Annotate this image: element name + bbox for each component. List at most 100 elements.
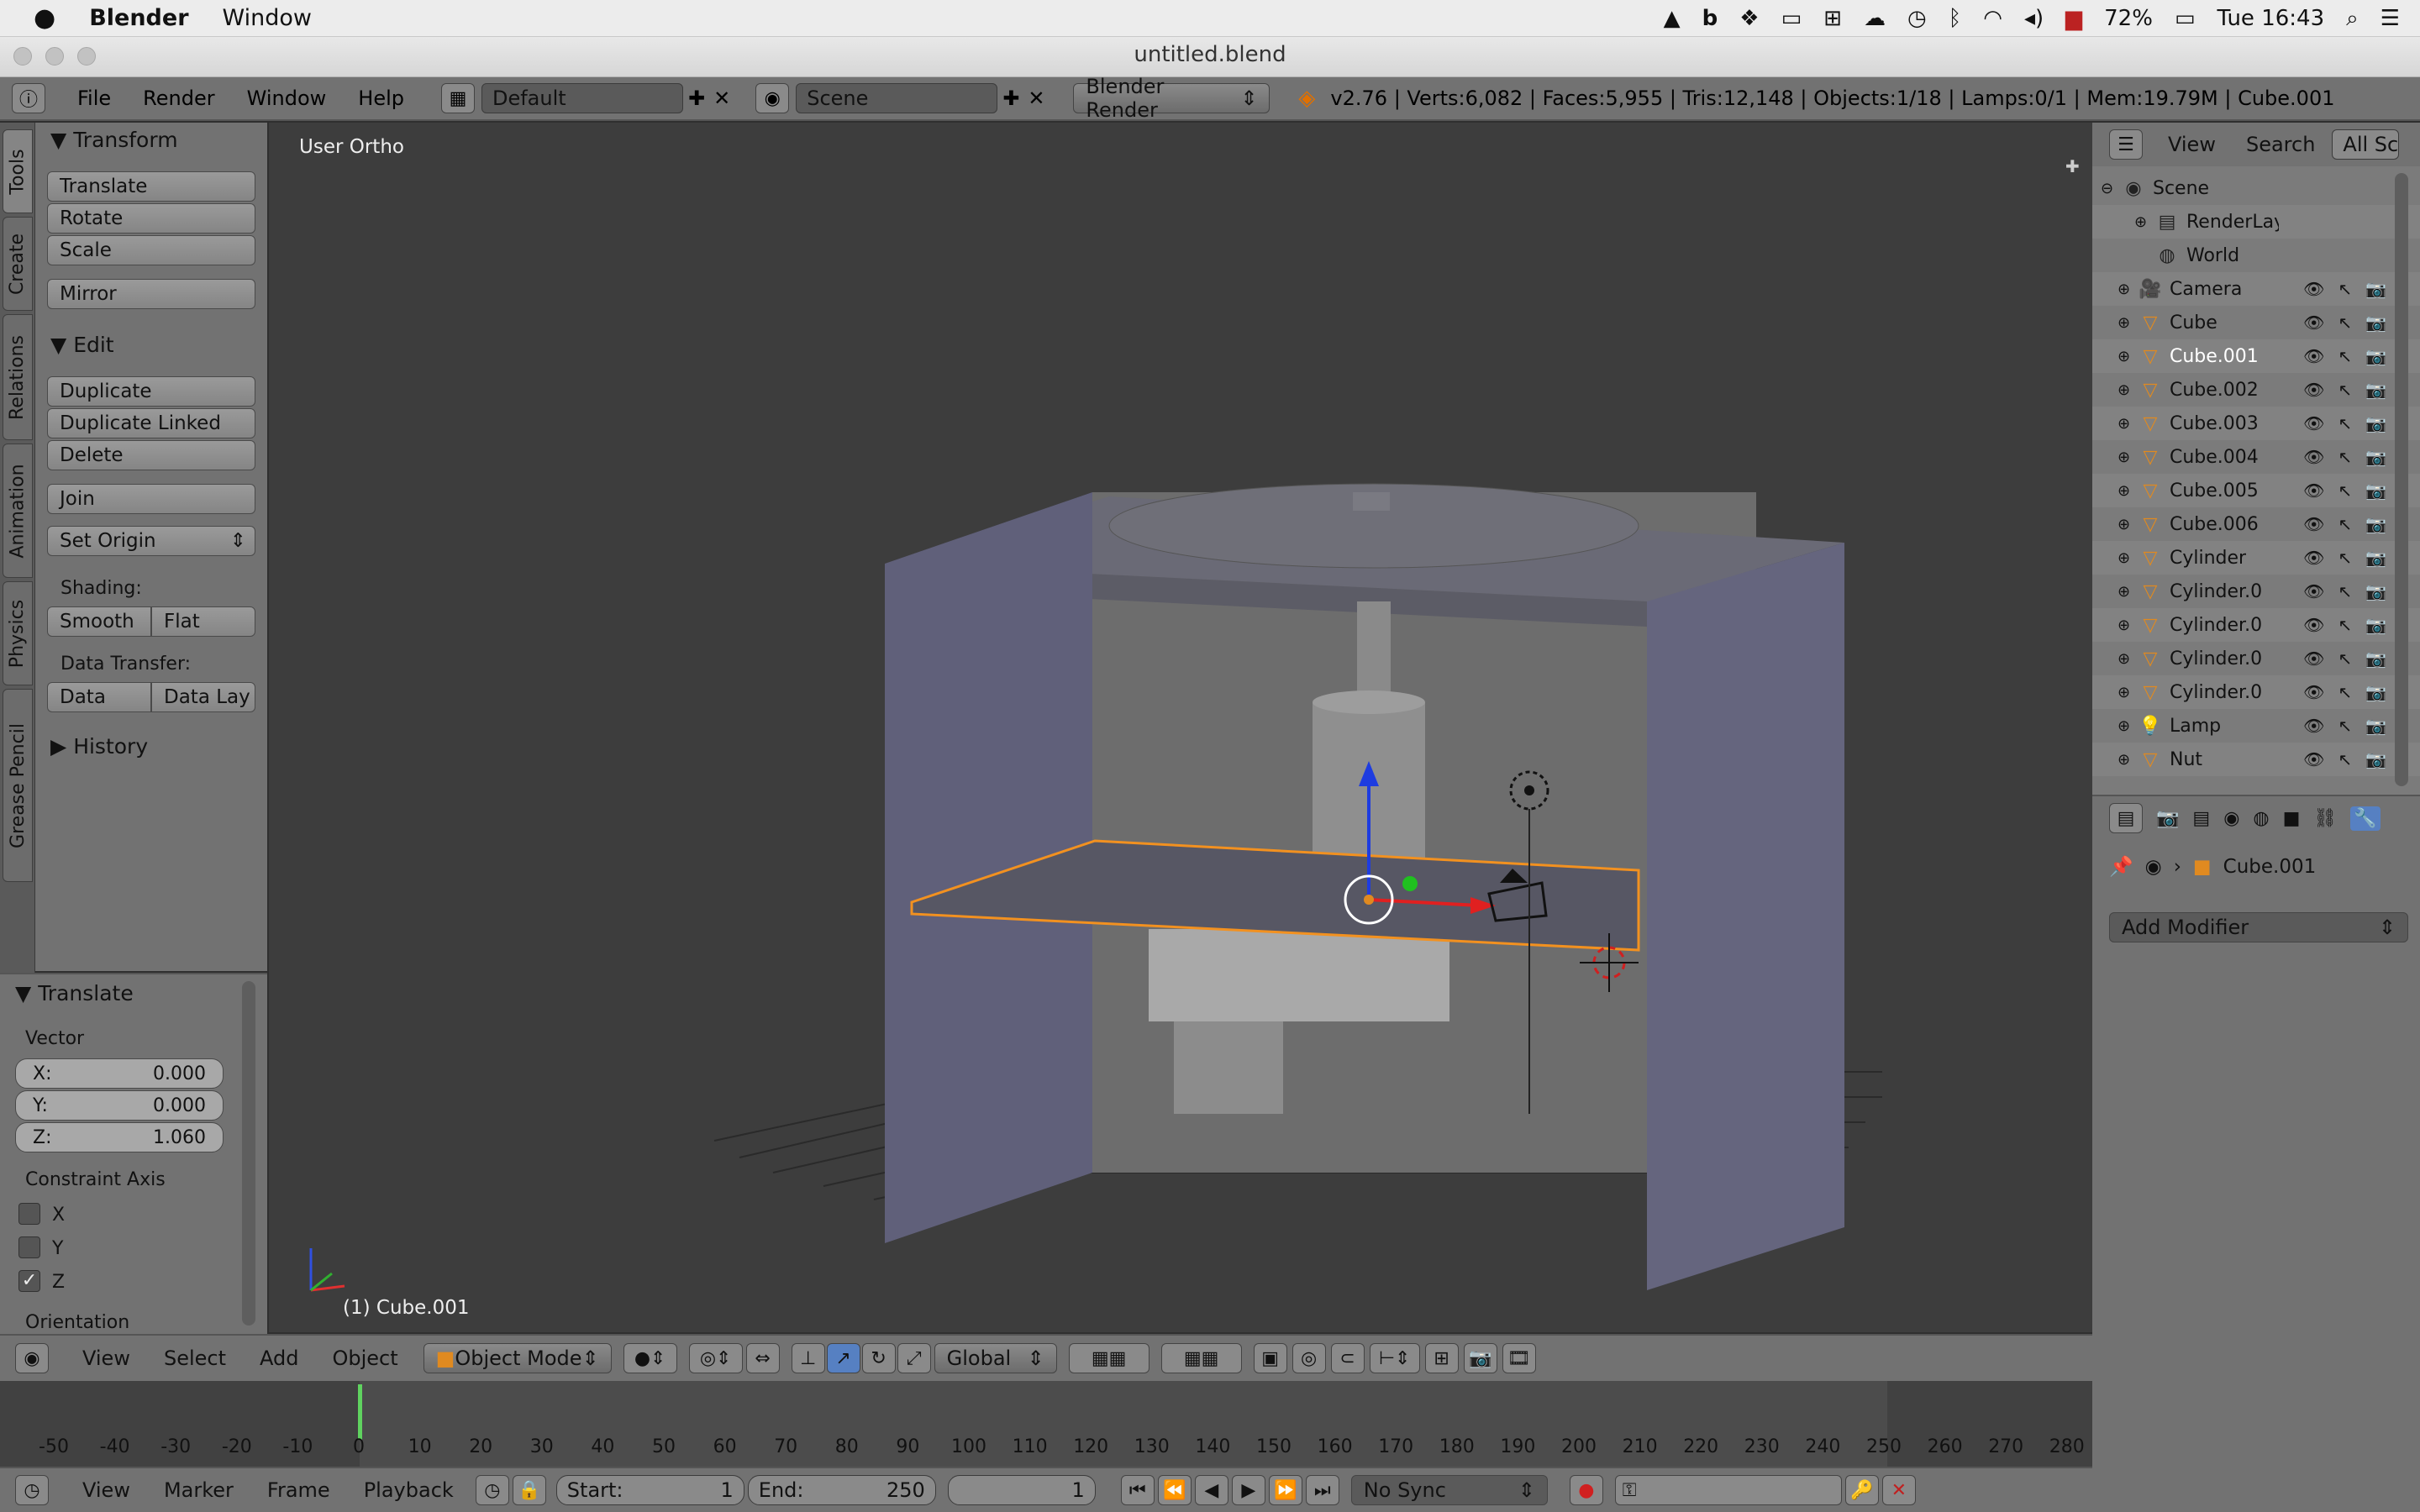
- outliner-row[interactable]: ◍ World: [2092, 239, 2420, 272]
- selectability-cursor-icon[interactable]: ↖: [2338, 279, 2352, 299]
- outliner-item-name[interactable]: Cube: [2170, 312, 2217, 333]
- transform-panel-header[interactable]: ▼ Transform: [50, 128, 178, 152]
- smooth-button[interactable]: Smooth: [47, 606, 151, 637]
- selectability-cursor-icon[interactable]: ↖: [2338, 615, 2352, 635]
- renderability-camera-icon[interactable]: 📷: [2365, 716, 2386, 736]
- add-scene-icon[interactable]: ✚: [1002, 87, 1019, 110]
- outliner-item-name[interactable]: Cylinder.0: [2170, 648, 2262, 669]
- interaction-mode-dropdown[interactable]: ■ Object Mode ⇕: [423, 1343, 612, 1373]
- constraints-tab-icon[interactable]: ⛓: [2313, 808, 2337, 829]
- timeline-view-menu[interactable]: View: [82, 1478, 130, 1502]
- current-frame-marker[interactable]: [358, 1384, 362, 1440]
- screen-layout-icon[interactable]: ▦: [440, 83, 475, 113]
- app-grid-icon[interactable]: ⊞: [1823, 6, 1842, 31]
- renderability-camera-icon[interactable]: 📷: [2365, 413, 2386, 433]
- expand-toggle-icon[interactable]: ⊕: [2134, 213, 2154, 231]
- clock[interactable]: Tue 16:43: [2217, 6, 2325, 31]
- lock-layers-icon[interactable]: ▣: [1253, 1343, 1287, 1373]
- notification-center-icon[interactable]: ☰: [2381, 6, 2400, 31]
- 3d-viewport[interactable]: User Ortho (1) Cube.001 ✚: [269, 123, 2092, 1332]
- visibility-eye-icon[interactable]: 👁: [2303, 749, 2324, 769]
- outliner-item-name[interactable]: Cylinder: [2170, 548, 2246, 569]
- selectability-cursor-icon[interactable]: ↖: [2338, 514, 2352, 534]
- pin-icon[interactable]: 📌: [2109, 855, 2133, 878]
- expand-toggle-icon[interactable]: ⊕: [2118, 684, 2138, 701]
- snap-target-icon[interactable]: ⊞: [1424, 1343, 1459, 1373]
- viewport-shading-dropdown[interactable]: ●⇕: [623, 1343, 677, 1373]
- scene-field[interactable]: Scene: [796, 83, 998, 113]
- world-tab-icon[interactable]: ◍: [2253, 808, 2269, 829]
- pivot-point-dropdown[interactable]: ◎⇕: [688, 1343, 743, 1373]
- expand-toggle-icon[interactable]: ⊕: [2118, 381, 2138, 399]
- renderability-camera-icon[interactable]: 📷: [2365, 648, 2386, 669]
- properties-editor-icon[interactable]: ▤: [2109, 803, 2143, 833]
- window-menu[interactable]: Window: [223, 5, 312, 31]
- expand-toggle-icon[interactable]: ⊕: [2118, 583, 2138, 601]
- outliner-item-name[interactable]: Cylinder.0: [2170, 682, 2262, 703]
- layers-row-1[interactable]: ▦▦: [1068, 1343, 1150, 1373]
- outliner-item-name[interactable]: Cube.005: [2170, 480, 2259, 501]
- outliner-item-name[interactable]: Lamp: [2170, 716, 2221, 737]
- outliner-item-name[interactable]: Cube.001: [2170, 346, 2259, 367]
- selectability-cursor-icon[interactable]: ↖: [2338, 480, 2352, 501]
- visibility-eye-icon[interactable]: 👁: [2303, 480, 2324, 501]
- object-tab-icon[interactable]: ■: [2283, 808, 2301, 829]
- expand-toggle-icon[interactable]: ⊕: [2118, 717, 2138, 735]
- set-origin-dropdown[interactable]: Set Origin ⇕: [47, 526, 255, 556]
- selectability-cursor-icon[interactable]: ↖: [2338, 413, 2352, 433]
- expand-toggle-icon[interactable]: ⊕: [2118, 482, 2138, 500]
- layout-field[interactable]: Default: [481, 83, 683, 113]
- outliner-row[interactable]: ⊕ ▽ Cylinder.0 👁 ↖ 📷: [2092, 642, 2420, 675]
- expand-toggle-icon[interactable]: ⊕: [2118, 348, 2138, 365]
- bluetooth-icon[interactable]: ᛒ: [1949, 6, 1962, 31]
- start-frame-field[interactable]: Start: 1: [555, 1475, 744, 1505]
- selectability-cursor-icon[interactable]: ↖: [2338, 447, 2352, 467]
- visibility-eye-icon[interactable]: 👁: [2303, 279, 2324, 299]
- play-icon[interactable]: ▶: [1231, 1475, 1265, 1505]
- cloud-icon[interactable]: ☁: [1864, 6, 1886, 31]
- transform-orientation-dropdown[interactable]: Global ⇕: [934, 1343, 1057, 1373]
- visibility-eye-icon[interactable]: 👁: [2303, 312, 2324, 333]
- outliner-scrollbar[interactable]: [2395, 173, 2408, 786]
- outliner-item-name[interactable]: Nut: [2170, 749, 2202, 770]
- outliner-row[interactable]: ⊖ ◉ Scene: [2092, 171, 2420, 205]
- outliner-item-name[interactable]: World: [2186, 245, 2239, 266]
- selectability-cursor-icon[interactable]: ↖: [2338, 682, 2352, 702]
- visibility-eye-icon[interactable]: 👁: [2303, 548, 2324, 568]
- wifi-icon[interactable]: ◠: [1983, 6, 2002, 31]
- delete-button[interactable]: Delete: [47, 440, 255, 470]
- expand-toggle-icon[interactable]: ⊕: [2118, 449, 2138, 466]
- selectability-cursor-icon[interactable]: ↖: [2338, 716, 2352, 736]
- constraint-x-checkbox[interactable]: [18, 1203, 40, 1225]
- renderability-camera-icon[interactable]: 📷: [2365, 346, 2386, 366]
- sync-mode-dropdown[interactable]: No Sync ⇕: [1350, 1475, 1548, 1505]
- object-menu[interactable]: Object: [332, 1347, 397, 1370]
- expand-toggle-icon[interactable]: ⊕: [2118, 617, 2138, 634]
- vector-z-field[interactable]: Z: 1.060: [15, 1122, 224, 1152]
- display-mode-dropdown[interactable]: All Sce: [2332, 129, 2400, 160]
- rotate-button[interactable]: Rotate: [47, 203, 255, 234]
- outliner-row[interactable]: ⊕ 🎥 Camera 👁 ↖ 📷: [2092, 272, 2420, 306]
- snap-element-dropdown[interactable]: ⊢⇕: [1369, 1343, 1420, 1373]
- render-engine-dropdown[interactable]: Blender Render ⇕: [1073, 75, 1270, 122]
- record-icon[interactable]: ●: [1569, 1475, 1603, 1505]
- outliner-row[interactable]: ⊕ ▽ Cube.002 👁 ↖ 📷: [2092, 373, 2420, 407]
- jump-start-icon[interactable]: ⏮: [1120, 1475, 1155, 1505]
- translate-button[interactable]: Translate: [47, 171, 255, 202]
- renderability-camera-icon[interactable]: 📷: [2365, 548, 2386, 568]
- join-button[interactable]: Join: [47, 484, 255, 514]
- app-menu[interactable]: Blender: [89, 5, 188, 31]
- add-modifier-dropdown[interactable]: Add Modifier ⇕: [2109, 912, 2408, 942]
- outliner-item-name[interactable]: Scene: [2153, 178, 2209, 199]
- jump-keyframe-forward-icon[interactable]: ⏩: [1268, 1475, 1302, 1505]
- selectability-cursor-icon[interactable]: ↖: [2338, 346, 2352, 366]
- outliner-view-menu[interactable]: View: [2168, 133, 2216, 156]
- scene-icon[interactable]: ◉: [755, 83, 790, 113]
- lock-time-icon[interactable]: 🔒: [512, 1475, 546, 1505]
- expand-toggle-icon[interactable]: ⊕: [2118, 415, 2138, 433]
- constraint-y-checkbox[interactable]: [18, 1236, 40, 1258]
- outliner-row[interactable]: ⊕ ▽ Cube.004 👁 ↖ 📷: [2092, 440, 2420, 474]
- proportional-edit-icon[interactable]: ◎: [1292, 1343, 1326, 1373]
- rotate-manipulator-icon[interactable]: ↻: [861, 1343, 896, 1373]
- render-tab-icon[interactable]: 📷: [2156, 808, 2179, 829]
